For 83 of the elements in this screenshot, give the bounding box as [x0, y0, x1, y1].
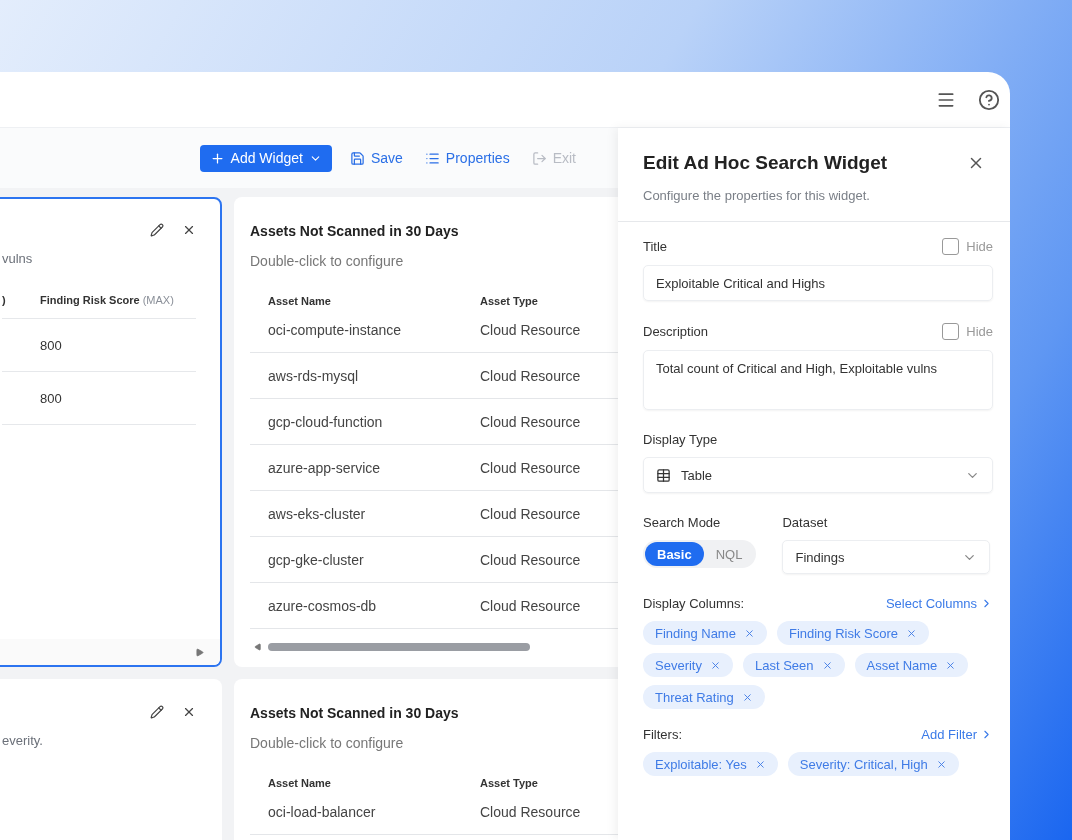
field-label: Description [643, 324, 709, 339]
edit-icon[interactable] [150, 223, 164, 237]
remove-icon[interactable] [945, 659, 957, 671]
properties-button[interactable]: Properties [420, 144, 514, 172]
add-button[interactable]: Add Widget [199, 144, 332, 172]
edit-icon[interactable] [150, 705, 164, 719]
table-cell-text: oci-load-balancer [268, 803, 377, 820]
mode-option[interactable]: Basic [645, 542, 704, 566]
hide-checkbox[interactable] [942, 323, 960, 340]
table-cell-text: aws-rds-mysql [268, 367, 360, 384]
table-icon [656, 467, 671, 483]
table-cell-text: 800 [40, 337, 63, 353]
table-cell-text: aws-eks-cluster [268, 505, 367, 522]
table-cell-text: Cloud Resource [480, 803, 582, 820]
table-cell-text: 800 [40, 390, 63, 406]
hide-checkbox[interactable] [942, 238, 960, 255]
description-field[interactable]: Total count of Critical and High, Exploitable vulns [643, 350, 993, 410]
panel-title: Edit Ad Hoc Search Widget [643, 152, 888, 174]
remove-icon[interactable] [935, 758, 947, 770]
filter-chip[interactable]: Last Seen [742, 653, 845, 677]
remove-icon[interactable] [741, 691, 753, 703]
column-header: Finding Risk Score (MAX) [40, 294, 175, 306]
filter-chip[interactable]: Finding Risk Score [776, 621, 930, 645]
column-header: Asset Name [268, 295, 332, 307]
remove-icon[interactable] [709, 659, 721, 671]
remove-icon[interactable] [906, 627, 918, 639]
table-cell-text: Cloud Resource [480, 321, 582, 338]
table-cell-text: Cloud Resource [480, 597, 582, 614]
widget-description: everity. [2, 733, 44, 748]
save-button[interactable]: Save [345, 144, 407, 172]
field-label: Title [643, 239, 668, 254]
widget-hint: Double-click to configure [250, 253, 405, 269]
widget-title: Assets Not Scanned in 30 Days [250, 705, 460, 721]
field-label: Display Columns: [643, 596, 745, 611]
table-cell-text: Cloud Resource [480, 551, 582, 568]
field-label: Display Type [643, 432, 718, 447]
widget-description: vulns [2, 251, 34, 266]
scroll-right-icon[interactable] [195, 647, 204, 657]
table-cell-text: oci-compute-instance [268, 321, 403, 338]
column-header: ) [2, 294, 7, 306]
panel-subtitle: Configure the properties for this widget. [643, 188, 871, 203]
remove-icon[interactable] [754, 758, 766, 770]
help-icon[interactable] [978, 88, 1000, 111]
title-field[interactable]: Exploitable Critical and Highs [643, 265, 993, 301]
table-cell-text: azure-cosmos-db [268, 597, 378, 614]
remove-icon[interactable] [821, 659, 833, 671]
horizontal-scrollbar[interactable] [0, 639, 220, 665]
field-label: Dataset [782, 515, 828, 530]
widget-card[interactable]: everity. [0, 679, 222, 840]
scroll-left-icon[interactable] [254, 643, 262, 651]
table-cell-text: Cloud Resource [480, 459, 582, 476]
filter-chip[interactable]: Threat Rating [643, 685, 765, 709]
table-cell-text: azure-app-service [268, 459, 382, 476]
widget-title: Assets Not Scanned in 30 Days [250, 223, 460, 239]
remove-icon[interactable] [743, 627, 755, 639]
hide-label: Hide [966, 239, 993, 254]
table-cell-text: gcp-gke-cluster [268, 551, 365, 568]
widget-hint: Double-click to configure [250, 735, 405, 751]
table-cell-text: Cloud Resource [480, 505, 582, 522]
column-header: Asset Type [480, 777, 539, 789]
filter-chip[interactable]: Exploitable: Yes [643, 752, 778, 776]
plus-icon [209, 150, 225, 166]
filter-chip[interactable]: Severity: Critical, High [787, 752, 959, 776]
widget-card[interactable]: vulns ) Finding Risk Score (MAX) 800 800 [0, 197, 222, 667]
field-label: Filters: [643, 727, 682, 742]
close-icon[interactable] [182, 705, 196, 719]
dataset-select[interactable]: Findings [782, 540, 991, 574]
panel-link[interactable]: Add Filter [921, 727, 993, 742]
filter-chip[interactable]: Finding Name [643, 621, 767, 645]
filter-chip[interactable]: Asset Name [854, 653, 969, 677]
close-icon[interactable] [182, 223, 196, 237]
display-type-select[interactable]: Table [643, 457, 993, 493]
hide-label: Hide [966, 324, 993, 339]
table-cell-text: gcp-cloud-function [268, 413, 384, 430]
table-cell-text: Cloud Resource [480, 367, 582, 384]
mode-option[interactable]: NQL [703, 542, 755, 566]
field-label: Search Mode [643, 515, 721, 530]
panel-link[interactable]: Select Columns [885, 596, 993, 611]
table-cell-text: Cloud Resource [480, 413, 582, 430]
list-icon [424, 150, 440, 166]
filter-chip[interactable]: Severity [643, 653, 733, 677]
column-header: Asset Name [268, 777, 332, 789]
column-header: Asset Type [480, 295, 539, 307]
